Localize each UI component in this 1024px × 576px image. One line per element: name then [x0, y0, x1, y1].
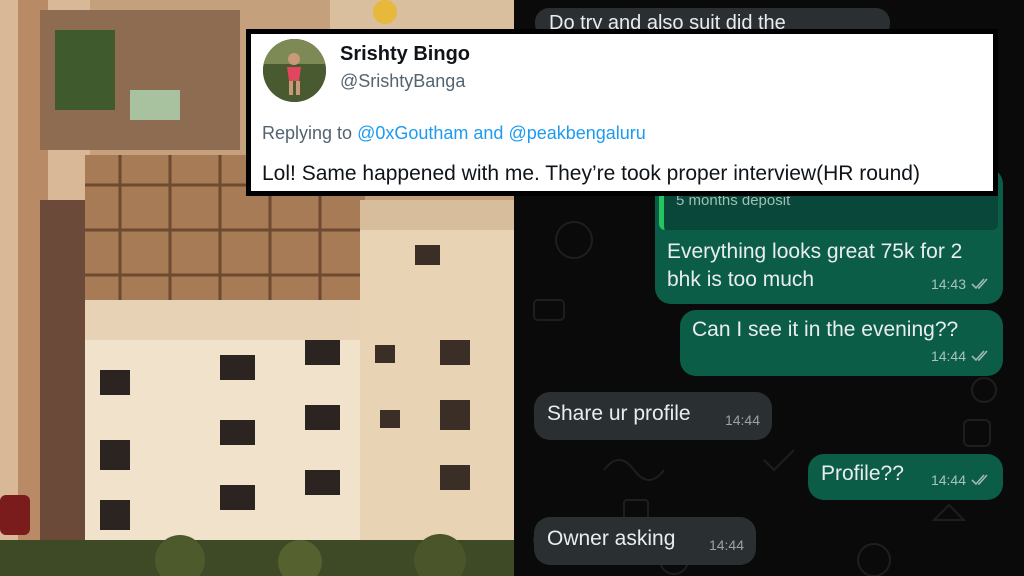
message-bubble-incoming[interactable]: Owner asking 14:44	[534, 517, 756, 565]
replying-prefix: Replying to	[262, 123, 358, 143]
double-check-icon	[971, 474, 988, 486]
message-meta: 14:44	[931, 342, 991, 370]
profile-photo	[263, 39, 326, 102]
message-time: 14:43	[930, 276, 966, 292]
message-bubble-incoming[interactable]: Share ur profile 14:44	[534, 392, 772, 440]
tweet-author-name[interactable]: Srishty Bingo	[340, 43, 470, 66]
double-check-icon	[971, 350, 988, 362]
message-time: 14:44	[708, 537, 744, 553]
tweet-card[interactable]: Srishty Bingo @SrishtyBanga Replying to …	[246, 29, 998, 196]
message-meta: 14:44	[725, 406, 760, 434]
message-time: 14:44	[930, 348, 966, 364]
avatar[interactable]	[263, 39, 326, 102]
tweet-replying-to: Replying to @0xGoutham and @peakbengalur…	[262, 123, 646, 144]
tweet-author-handle[interactable]: @SrishtyBanga	[340, 71, 465, 92]
and-word: and	[468, 123, 509, 143]
message-bubble-outgoing[interactable]: Profile?? 14:44	[808, 454, 1003, 500]
message-time: 14:44	[930, 472, 966, 488]
message-meta: 14:44	[931, 466, 991, 494]
message-text: Can I see it in the evening??	[692, 318, 959, 341]
mention-link[interactable]: @peakbengaluru	[508, 123, 645, 143]
message-content: Everything looks great 75k for 2 bhk is …	[655, 232, 1003, 304]
tweet-text: Lol! Same happened with me. They’re took…	[262, 162, 920, 185]
tweet-card-inner: Srishty Bingo @SrishtyBanga Replying to …	[251, 34, 993, 191]
double-check-icon	[971, 278, 988, 290]
message-bubble-outgoing[interactable]: Can I see it in the evening?? 14:44	[680, 310, 1003, 376]
message-meta: 14:44	[709, 531, 744, 559]
mention-link[interactable]: @0xGoutham	[357, 123, 468, 143]
message-meta: 14:43	[931, 270, 991, 298]
message-time: 14:44	[724, 412, 760, 428]
